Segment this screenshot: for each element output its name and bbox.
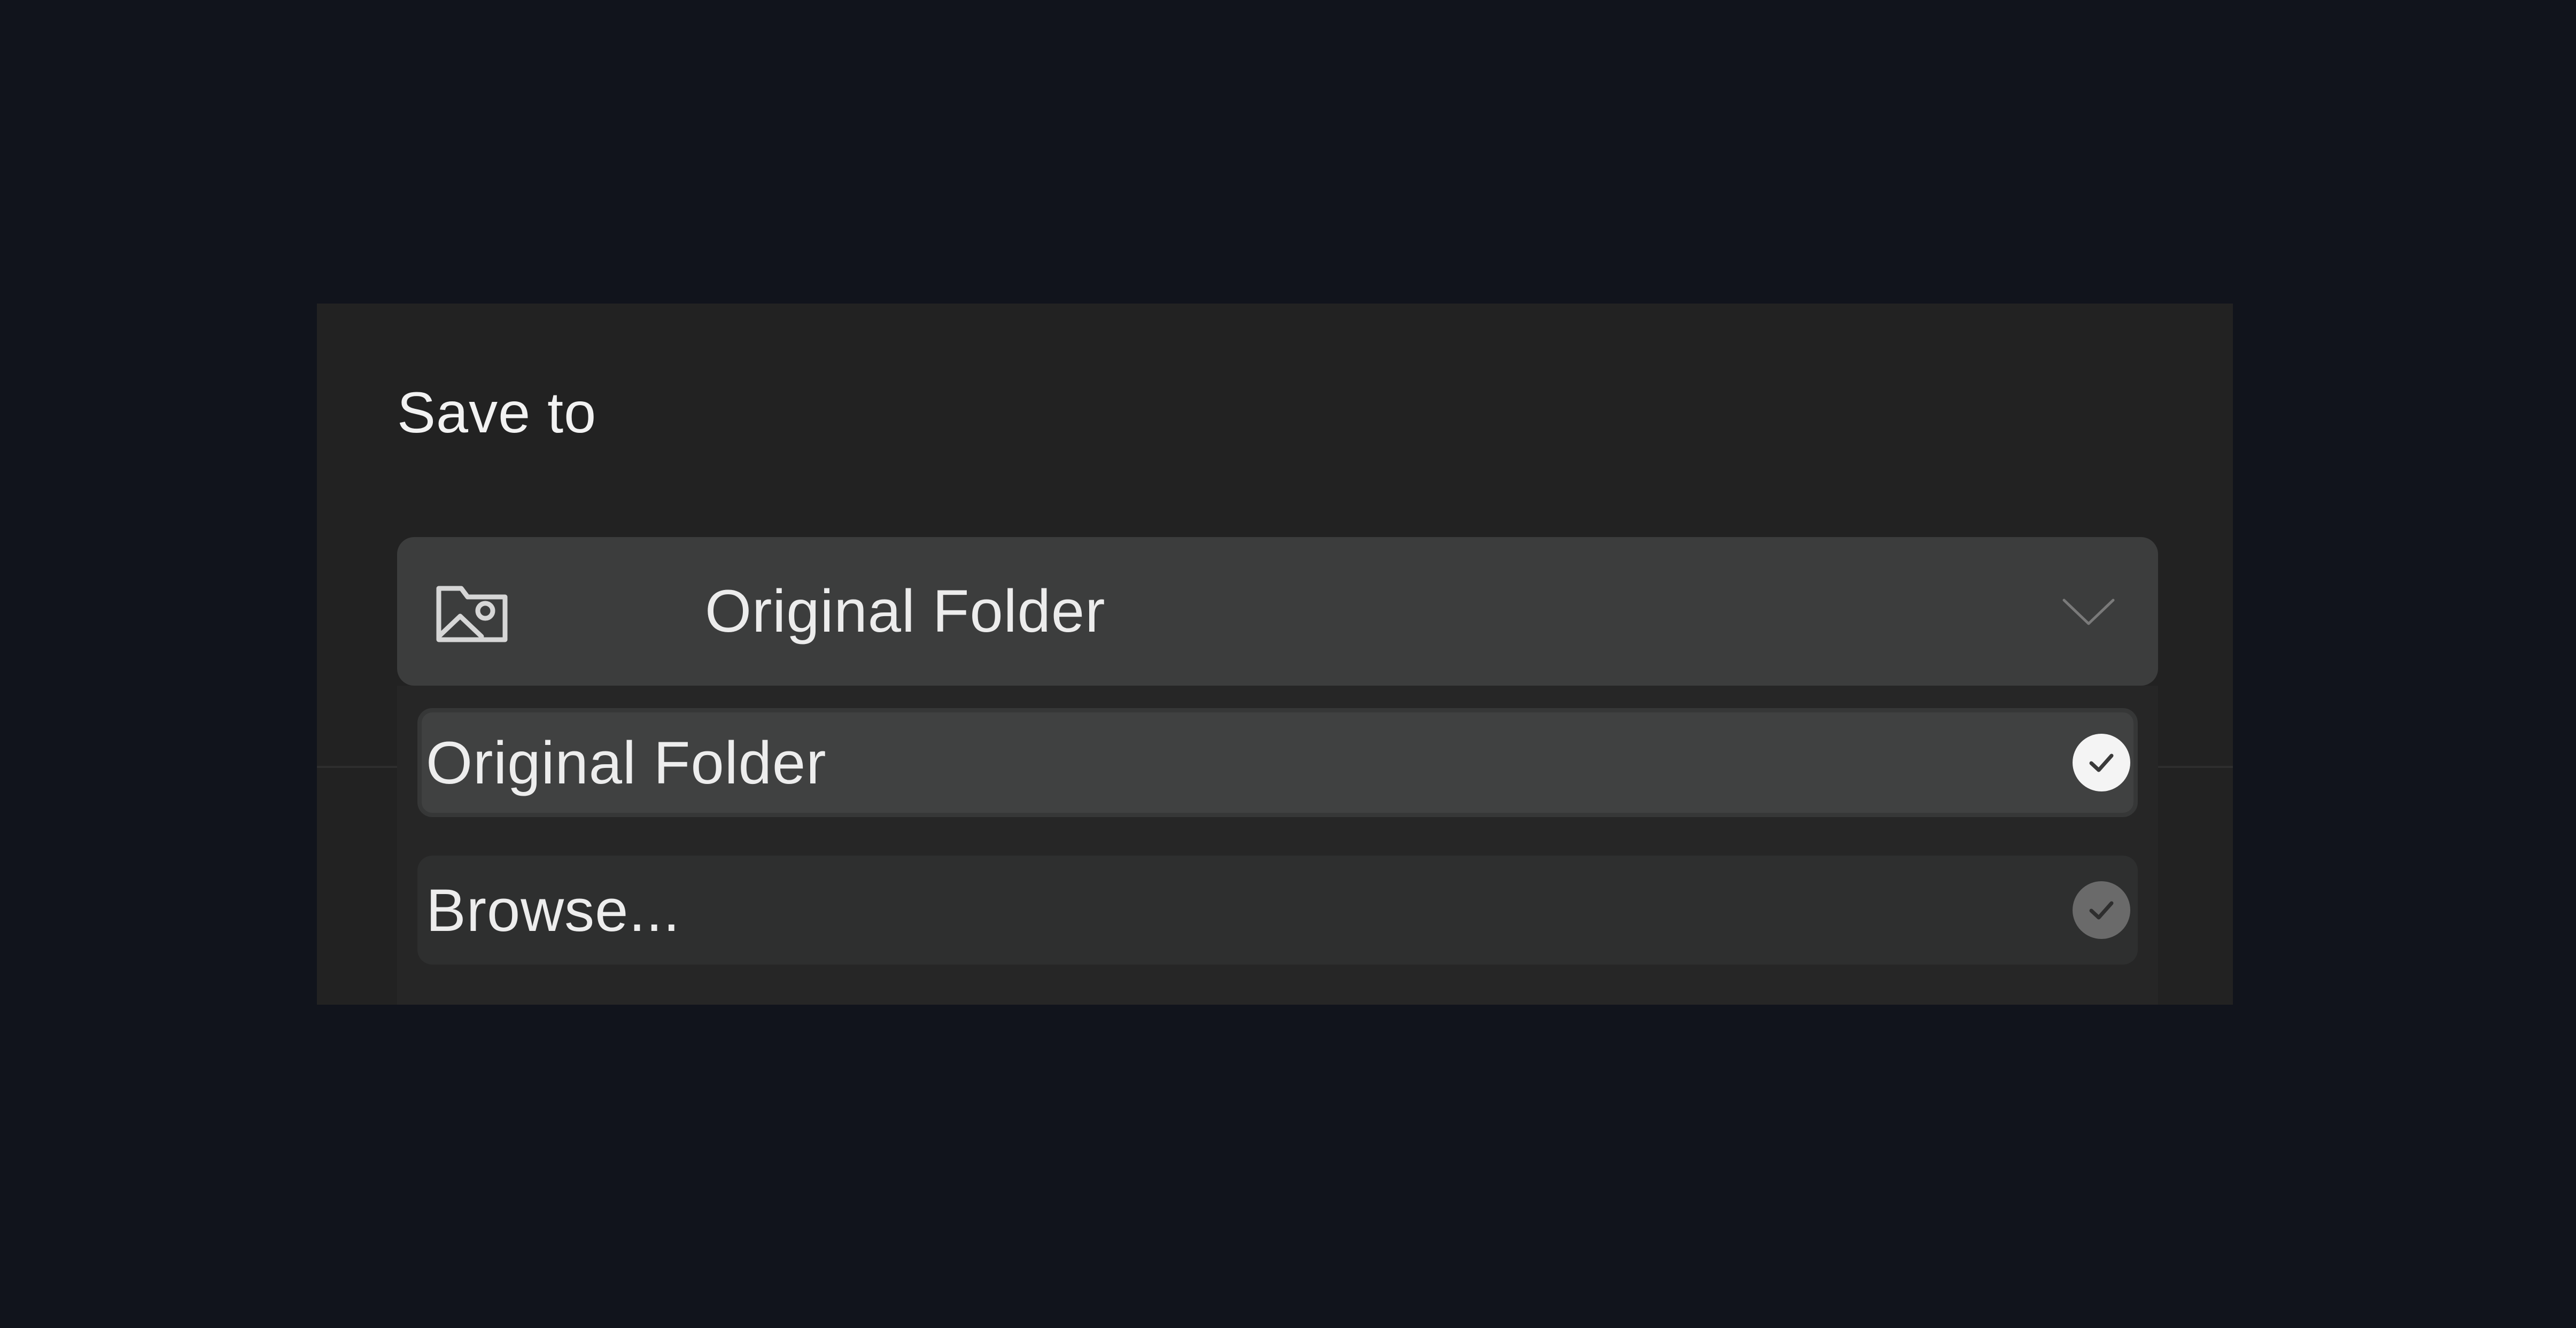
option-original-folder[interactable]: Original Folder bbox=[417, 708, 2138, 817]
folder-image-icon bbox=[434, 577, 509, 646]
option-browse[interactable]: Browse... bbox=[417, 856, 2138, 965]
option-label: Original Folder bbox=[426, 729, 827, 796]
dropdown-menu: Original Folder Browse... bbox=[397, 686, 2158, 1005]
save-to-label: Save to bbox=[397, 380, 597, 445]
save-to-panel: Save to Original Folder Original Folder bbox=[317, 304, 2233, 1005]
save-location-dropdown[interactable]: Original Folder bbox=[397, 537, 2158, 686]
check-circle-icon bbox=[2073, 881, 2130, 939]
chevron-down-icon[interactable] bbox=[2062, 591, 2115, 633]
check-circle-icon bbox=[2073, 734, 2130, 791]
dropdown-selected-value: Original Folder bbox=[705, 578, 1106, 644]
option-label: Browse... bbox=[426, 876, 680, 944]
